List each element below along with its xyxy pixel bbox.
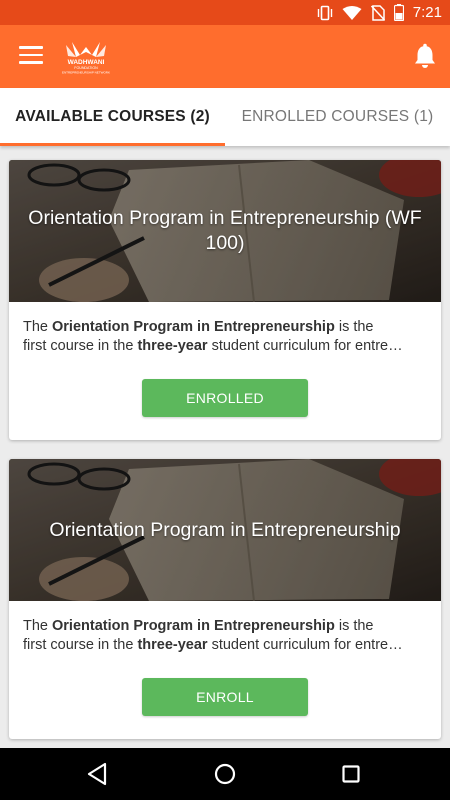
course-description: The Orientation Program in Entrepreneurs… bbox=[23, 617, 427, 655]
logo-tagline: ENTREPRENEURSHIP NETWORK bbox=[62, 71, 110, 75]
tab-available-courses[interactable]: AVAILABLE COURSES (2) bbox=[0, 88, 225, 146]
course-tabs: AVAILABLE COURSES (2) ENROLLED COURSES (… bbox=[0, 88, 450, 146]
app-bar: WADHWANI FOUNDATION ENTREPRENEURSHIP NET… bbox=[0, 25, 450, 88]
desc-text: is the bbox=[334, 618, 374, 634]
desc-text: is the bbox=[334, 319, 374, 335]
vibrate-icon bbox=[317, 5, 332, 20]
tab-enrolled-label: ENROLLED COURSES (1) bbox=[241, 108, 434, 125]
course-title: Orientation Program in Entrepreneurship … bbox=[28, 207, 422, 254]
course-title: Orientation Program in Entrepreneurship bbox=[49, 518, 401, 541]
desc-text: first course in the bbox=[23, 338, 138, 354]
tab-available-label: AVAILABLE COURSES (2) bbox=[15, 108, 210, 125]
status-bar: 7:21 bbox=[0, 0, 450, 25]
status-icons: 7:21 bbox=[317, 3, 442, 22]
recent-apps-icon[interactable] bbox=[342, 765, 360, 783]
desc-bold: Orientation Program in Entrepreneurship bbox=[52, 319, 335, 335]
desc-text: first course in the bbox=[23, 637, 138, 653]
tab-enrolled-courses[interactable]: ENROLLED COURSES (1) bbox=[225, 88, 450, 146]
status-time: 7:21 bbox=[412, 4, 442, 21]
navigation-bar bbox=[0, 748, 450, 800]
desc-bold: three-year bbox=[137, 637, 208, 653]
desc-text: student curriculum for entre… bbox=[207, 338, 403, 354]
battery-icon bbox=[393, 4, 404, 21]
wadhwani-logo: WADHWANI FOUNDATION ENTREPRENEURSHIP NET… bbox=[62, 42, 110, 75]
desc-text: student curriculum for entre… bbox=[207, 637, 403, 653]
course-description: The Orientation Program in Entrepreneurs… bbox=[23, 318, 427, 356]
course-card[interactable]: Orientation Program in Entrepreneurship … bbox=[9, 160, 441, 440]
desc-bold: Orientation Program in Entrepreneurship bbox=[52, 618, 335, 634]
home-icon[interactable] bbox=[214, 763, 236, 785]
desc-bold: three-year bbox=[137, 338, 208, 354]
tab-indicator bbox=[0, 143, 225, 146]
back-icon[interactable] bbox=[86, 762, 108, 786]
enrolled-button[interactable]: ENROLLED bbox=[142, 379, 308, 417]
course-image: Orientation Program in Entrepreneurship bbox=[9, 459, 441, 601]
bell-icon[interactable] bbox=[410, 42, 440, 72]
no-sim-icon bbox=[370, 4, 385, 21]
logo-subtext: FOUNDATION bbox=[74, 66, 98, 70]
wifi-icon bbox=[342, 5, 362, 20]
course-image: Orientation Program in Entrepreneurship … bbox=[9, 160, 441, 302]
course-card[interactable]: Orientation Program in Entrepreneurship … bbox=[9, 459, 441, 739]
logo-text: WADHWANI bbox=[68, 59, 105, 66]
menu-icon[interactable] bbox=[19, 46, 43, 66]
enroll-button[interactable]: ENROLL bbox=[142, 678, 308, 716]
desc-text: The bbox=[23, 319, 53, 335]
desc-text: The bbox=[23, 618, 53, 634]
